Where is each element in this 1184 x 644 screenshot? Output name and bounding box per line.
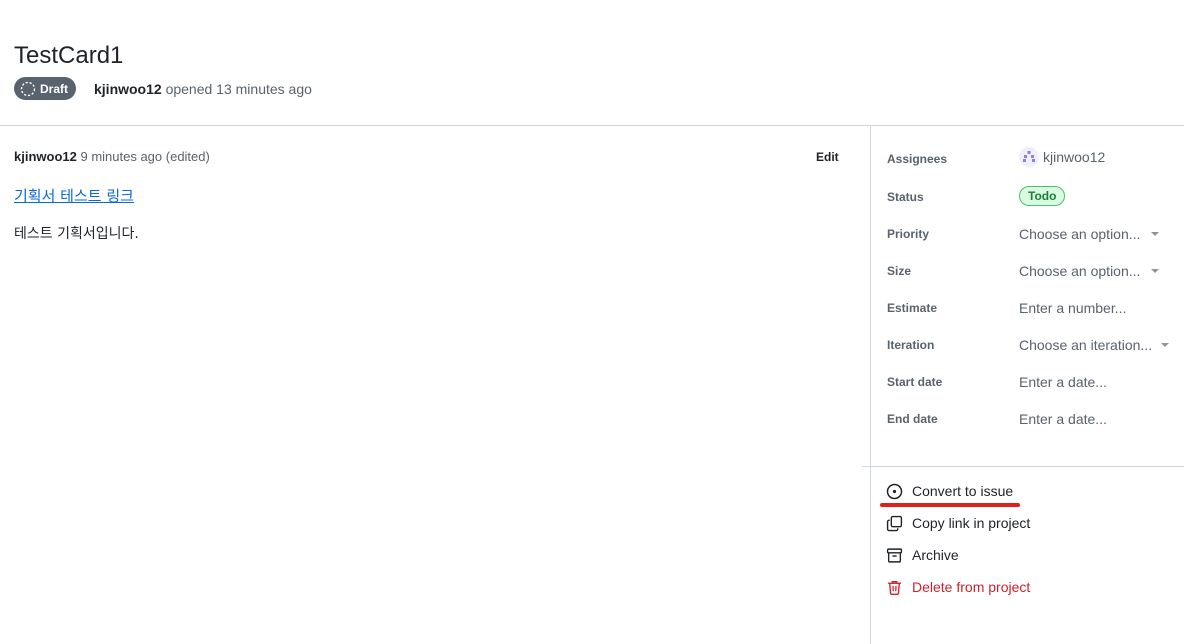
estimate-input[interactable]: Enter a number... — [1019, 299, 1126, 317]
field-label-estimate: Estimate — [887, 301, 938, 315]
header-author-link[interactable]: kjinwoo12 — [94, 81, 162, 97]
end-date-input[interactable]: Enter a date... — [1019, 410, 1107, 428]
dropdown-caret-icon — [1151, 269, 1159, 273]
field-label-end-date: End date — [887, 412, 938, 426]
field-end-date[interactable]: End date Enter a date... — [887, 406, 1177, 432]
field-label-status: Status — [887, 190, 924, 204]
field-estimate[interactable]: Estimate Enter a number... — [887, 295, 1177, 321]
convert-to-issue-label: Convert to issue — [912, 483, 1014, 499]
comment-meta: kjinwoo12 9 minutes ago (edited) — [14, 149, 210, 165]
opened-line: kjinwoo12 opened 13 minutes ago — [94, 80, 312, 98]
draft-badge: Draft — [14, 77, 77, 100]
delete-from-project-label: Delete from project — [912, 579, 1031, 595]
draft-circle-icon — [20, 81, 36, 97]
dropdown-caret-icon — [1161, 343, 1169, 347]
edit-button[interactable]: Edit — [808, 146, 847, 168]
draft-badge-label: Draft — [40, 81, 69, 96]
archive-label: Archive — [912, 547, 959, 563]
comment-body: kjinwoo12 9 minutes ago (edited) Edit 기획… — [0, 127, 870, 644]
doc-link[interactable]: 기획서 테스트 링크 — [14, 186, 134, 206]
assignee[interactable]: kjinwoo12 — [1019, 147, 1105, 167]
field-size[interactable]: Size Choose an option... — [887, 258, 1177, 284]
size-select[interactable]: Choose an option... — [1019, 262, 1140, 280]
copy-link-label: Copy link in project — [912, 515, 1031, 531]
dropdown-caret-icon — [1151, 232, 1159, 236]
sidebar-divider — [862, 466, 1184, 467]
field-iteration[interactable]: Iteration Choose an iteration... — [887, 332, 1177, 358]
field-start-date[interactable]: Start date Enter a date... — [887, 369, 1177, 395]
field-assignees[interactable]: Assignees kjinwoo12 — [887, 146, 1177, 172]
status-badge[interactable]: Todo — [1019, 186, 1066, 206]
start-date-input[interactable]: Enter a date... — [1019, 373, 1107, 391]
highlight-underline — [880, 503, 1020, 507]
trash-icon — [886, 579, 903, 596]
issue-opened-icon — [886, 483, 903, 500]
comment-author-link[interactable]: kjinwoo12 — [14, 149, 77, 164]
field-label-iteration: Iteration — [887, 338, 935, 352]
iteration-select[interactable]: Choose an iteration... — [1019, 336, 1152, 354]
field-status[interactable]: Status Todo — [887, 184, 1177, 210]
avatar — [1019, 147, 1039, 167]
priority-select[interactable]: Choose an option... — [1019, 225, 1140, 243]
item-header: TestCard1 Draft kjinwoo12 opened 13 minu… — [0, 0, 1184, 126]
doc-text: 테스트 기획서입니다. — [14, 226, 139, 242]
field-priority[interactable]: Priority Choose an option... — [887, 221, 1177, 247]
page-title: TestCard1 — [14, 42, 124, 69]
field-label-start-date: Start date — [887, 375, 943, 389]
copy-link-button[interactable]: Copy link in project — [886, 512, 1030, 534]
field-label-assignees: Assignees — [887, 152, 948, 166]
copy-icon — [886, 515, 903, 532]
opened-time: opened 13 minutes ago — [161, 81, 312, 97]
field-label-size: Size — [887, 264, 912, 278]
archive-icon — [886, 547, 903, 564]
assignee-name: kjinwoo12 — [1043, 149, 1106, 165]
archive-button[interactable]: Archive — [886, 544, 959, 566]
field-label-priority: Priority — [887, 227, 930, 241]
comment-time: 9 minutes ago (edited) — [80, 149, 210, 164]
convert-to-issue-button[interactable]: Convert to issue — [886, 480, 1013, 502]
sidebar: Assignees kjinwoo12 Status Todo Priority… — [870, 126, 1184, 644]
delete-from-project-button[interactable]: Delete from project — [886, 576, 1030, 598]
